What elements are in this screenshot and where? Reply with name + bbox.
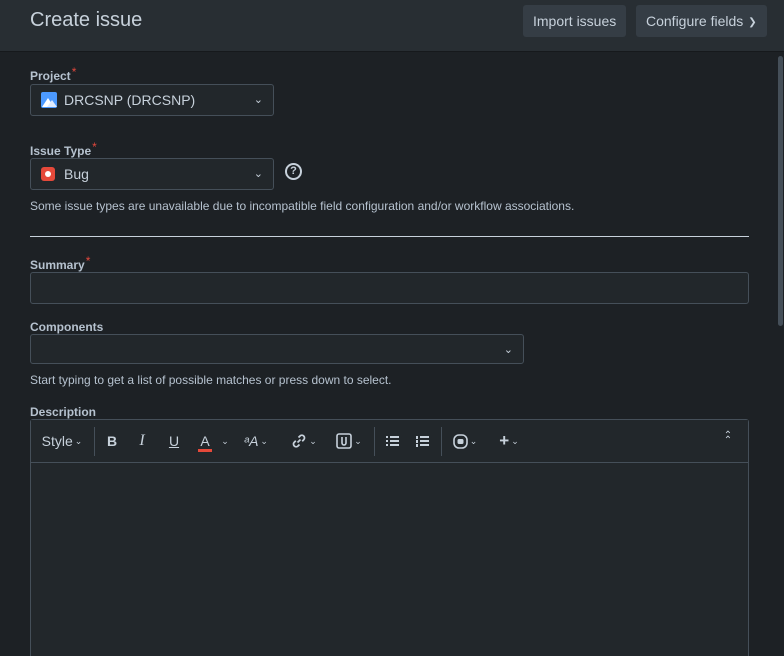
plus-icon: + [499, 431, 510, 450]
chevron-down-icon: ⌄ [253, 168, 263, 180]
text-color-swatch [198, 449, 212, 452]
link-icon [292, 434, 306, 448]
summary-input[interactable] [30, 272, 749, 304]
issue-type-select[interactable]: Bug ⌄ [30, 158, 274, 190]
bullet-list-icon [385, 436, 399, 447]
attachment-button[interactable]: ⌄ [332, 431, 366, 451]
text-color-glyph: A [200, 433, 210, 449]
scrollbar[interactable] [776, 52, 784, 656]
emoji-icon [452, 434, 468, 449]
configure-fields-label: Configure fields [646, 13, 744, 29]
summary-label: Summary* [30, 254, 91, 272]
issue-type-hint: Some issue types are unavailable due to … [30, 199, 575, 213]
toolbar-separator [374, 427, 375, 456]
underline-button[interactable]: U [165, 431, 183, 451]
project-value: DRCSNP (DRCSNP) [64, 92, 196, 108]
attachment-icon [336, 433, 353, 449]
insert-more-button[interactable]: + ⌄ [494, 431, 524, 451]
issue-type-value: Bug [64, 166, 89, 182]
emoji-button[interactable]: ⌄ [450, 431, 480, 451]
components-select[interactable]: ⌄ [30, 334, 524, 364]
double-chevron-up-icon: ⌃ ⌃ [723, 430, 733, 446]
project-label: Project* [30, 65, 77, 83]
configure-fields-button[interactable]: Configure fields ❯ [636, 5, 767, 37]
text-color-button[interactable]: A [196, 431, 214, 452]
bold-button[interactable]: B [103, 431, 121, 451]
project-select[interactable]: DRCSNP (DRCSNP) ⌄ [30, 84, 274, 116]
divider [30, 236, 749, 237]
required-indicator: * [71, 65, 77, 79]
numbered-list-button[interactable] [413, 431, 431, 451]
required-indicator: * [92, 140, 97, 154]
import-issues-label: Import issues [533, 13, 617, 29]
bug-icon [41, 167, 55, 181]
help-icon[interactable]: ? [285, 163, 302, 180]
components-hint: Start typing to get a list of possible m… [30, 373, 392, 387]
import-issues-button[interactable]: Import issues [523, 5, 627, 37]
description-editor[interactable]: Style ⌄ B I U A ⌄ ᵃA ⌄ ⌄ ⌄ ⌄ + ⌄ ⌃ ⌃ [30, 419, 749, 656]
project-avatar-icon [41, 92, 57, 108]
link-button[interactable]: ⌄ [287, 431, 321, 451]
toolbar-separator [441, 427, 442, 456]
components-label: Components [30, 320, 104, 334]
required-indicator: * [85, 254, 91, 268]
toolbar-separator [94, 427, 95, 456]
text-size-button[interactable]: ᵃA ⌄ [239, 431, 273, 451]
numbered-list-icon [415, 436, 429, 447]
editor-toolbar: Style ⌄ B I U A ⌄ ᵃA ⌄ ⌄ ⌄ ⌄ + ⌄ ⌃ ⌃ [31, 420, 748, 463]
style-dropdown[interactable]: Style ⌄ [41, 431, 83, 451]
bullet-list-button[interactable] [383, 431, 401, 451]
chevron-down-icon: ⌄ [503, 344, 513, 356]
chevron-down-icon: ⌄ [253, 94, 263, 106]
chevron-down-icon: ⌄ [221, 436, 229, 446]
scrollbar-thumb[interactable] [778, 56, 783, 326]
chevron-down-icon: ❯ [748, 17, 757, 28]
dialog-header: Create issue Import issues Configure fie… [0, 0, 784, 52]
italic-button[interactable]: I [133, 431, 151, 451]
text-color-dropdown[interactable]: ⌄ [217, 431, 231, 451]
description-textarea[interactable] [31, 463, 748, 656]
page-title: Create issue [30, 9, 143, 31]
issue-type-label: Issue Type* [30, 140, 97, 158]
collapse-toolbar-button[interactable]: ⌃ ⌃ [719, 431, 737, 451]
description-label: Description [30, 405, 97, 419]
